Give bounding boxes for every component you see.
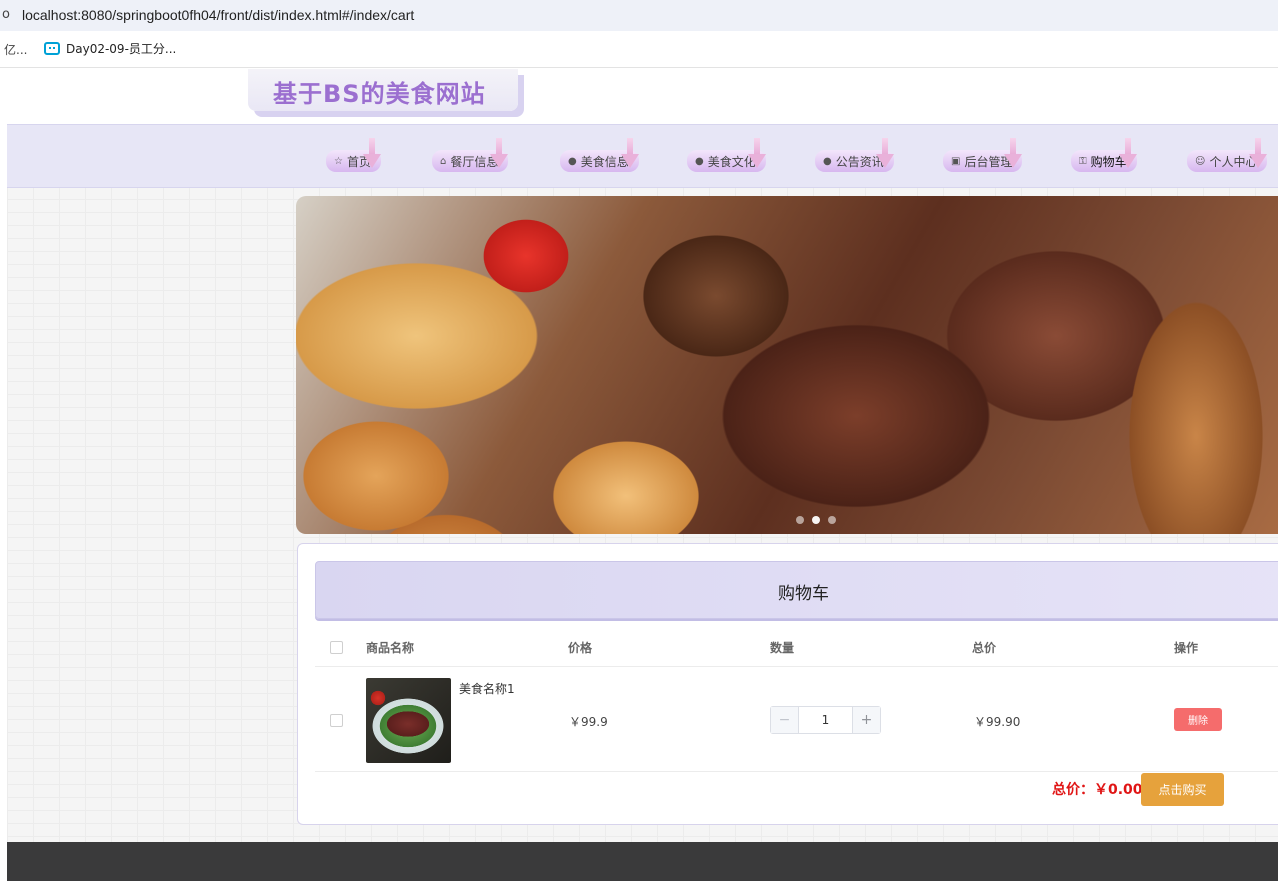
- site-footer: [7, 842, 1278, 881]
- cart-icon: ⚿: [1079, 155, 1087, 167]
- arrow-down-icon: [875, 138, 894, 168]
- header-product-name: 商品名称: [366, 641, 415, 655]
- info-icon: ●: [568, 155, 577, 167]
- increase-button[interactable]: +: [852, 707, 880, 733]
- arrow-down-icon: [1118, 138, 1137, 168]
- document-icon: ▣: [951, 155, 961, 167]
- cart-title-box: 购物车: [315, 561, 1278, 619]
- nav-item-food-culture[interactable]: ● 美食文化: [687, 138, 766, 172]
- question-icon: ●: [695, 155, 704, 167]
- header-quantity: 数量: [770, 641, 795, 655]
- row-subtotal: ￥99.90: [974, 715, 1021, 729]
- address-bar[interactable]: o localhost:8080/springboot0fh04/front/d…: [0, 0, 1278, 31]
- nav-item-profile[interactable]: ☺ 个人中心: [1187, 138, 1268, 172]
- carousel-indicators: [796, 516, 836, 524]
- bookmark-truncated[interactable]: 亿...: [4, 41, 27, 58]
- row-checkbox[interactable]: [330, 714, 343, 727]
- cart-total: 总价：￥0.00: [1052, 779, 1143, 799]
- carousel-dot[interactable]: [828, 516, 836, 524]
- logo-box: 基于BS的美食网站: [248, 69, 518, 111]
- total-value: ￥0.00: [1094, 782, 1143, 798]
- product-thumbnail[interactable]: [366, 678, 451, 763]
- buy-button[interactable]: 点击购买: [1141, 773, 1224, 806]
- main-nav: ☆ 首页 ⌂ 餐厅信息 ● 美食信息 ● 美食文化 ● 公告资讯 ▣ 后台管理: [7, 124, 1278, 188]
- arrow-down-icon: [1249, 138, 1268, 168]
- header-action: 操作: [1174, 641, 1199, 655]
- site-logo[interactable]: 基于BS的美食网站: [273, 74, 486, 109]
- arrow-down-icon: [620, 138, 639, 168]
- decrease-button[interactable]: −: [771, 707, 799, 733]
- nav-item-food-info[interactable]: ● 美食信息: [560, 138, 639, 172]
- product-price: ￥99.9: [569, 715, 608, 729]
- product-name[interactable]: 美食名称1: [459, 680, 515, 697]
- nav-item-news[interactable]: ● 公告资讯: [815, 138, 894, 172]
- bookmark-label: Day02-09-员工分...: [66, 42, 177, 56]
- arrow-down-icon: [490, 138, 509, 168]
- cart-panel: 购物车 商品名称 价格 数量 总价 操作 美食名称1 ￥99.9 − 1 + ￥…: [297, 543, 1278, 825]
- user-icon: ☺: [1195, 155, 1206, 167]
- info-circle-icon: ●: [823, 155, 832, 167]
- divider: [315, 771, 1278, 772]
- header-price: 价格: [568, 641, 593, 655]
- address-bar-lead: o: [2, 7, 10, 22]
- header-total: 总价: [972, 641, 997, 655]
- bilibili-icon: [44, 42, 60, 55]
- nav-item-home[interactable]: ☆ 首页: [326, 138, 381, 172]
- page: 基于BS的美食网站 ☆ 首页 ⌂ 餐厅信息 ● 美食信息 ● 美食文化 ● 公告…: [7, 69, 1278, 881]
- arrow-down-icon: [362, 138, 381, 168]
- cart-title: 购物车: [778, 584, 829, 604]
- nav-item-cart[interactable]: ⚿ 购物车: [1071, 138, 1137, 172]
- bookmark-item[interactable]: Day02-09-员工分...: [44, 40, 176, 57]
- nav-item-restaurants[interactable]: ⌂ 餐厅信息: [432, 138, 509, 172]
- site-header: 基于BS的美食网站: [7, 69, 1278, 124]
- divider: [315, 666, 1278, 667]
- nav-item-admin[interactable]: ▣ 后台管理: [943, 138, 1023, 172]
- carousel-dot[interactable]: [812, 516, 820, 524]
- star-icon: ☆: [334, 155, 343, 167]
- total-label: 总价：: [1052, 782, 1094, 798]
- quantity-input[interactable]: 1: [799, 707, 852, 733]
- arrow-down-icon: [747, 138, 766, 168]
- banner-carousel[interactable]: [296, 196, 1278, 534]
- carousel-dot[interactable]: [796, 516, 804, 524]
- bag-icon: ⌂: [440, 155, 447, 167]
- address-bar-url[interactable]: localhost:8080/springboot0fh04/front/dis…: [22, 7, 414, 23]
- select-all-checkbox[interactable]: [330, 641, 343, 654]
- bookmarks-bar: 亿... Day02-09-员工分...: [0, 31, 1278, 68]
- delete-button[interactable]: 删除: [1174, 708, 1222, 731]
- arrow-down-icon: [1004, 138, 1023, 168]
- quantity-stepper: − 1 +: [770, 706, 881, 734]
